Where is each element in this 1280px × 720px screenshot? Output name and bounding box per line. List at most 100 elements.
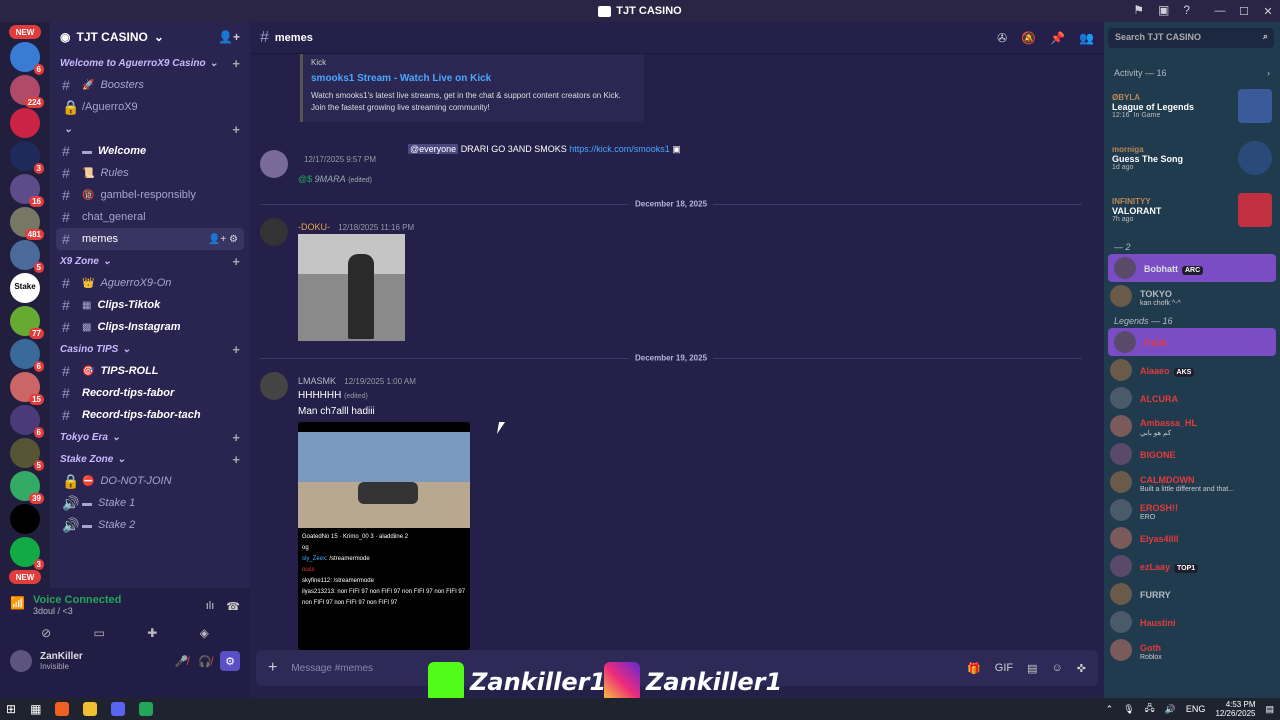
avatar[interactable] — [10, 650, 32, 672]
discord-taskbar-icon[interactable] — [111, 702, 126, 716]
deafen-icon[interactable]: 🎧̸ — [198, 655, 212, 668]
folder-icon[interactable] — [83, 702, 98, 716]
minimize-button[interactable]: — — [1208, 0, 1232, 22]
server-icon[interactable] — [10, 108, 40, 138]
server-icon[interactable]: 224 — [10, 75, 44, 108]
video-icon[interactable]: ⊘ — [41, 626, 51, 640]
search-input[interactable]: Search TJT CASINO ⌕ — [1108, 28, 1274, 48]
screen-share-icon[interactable]: ▭ — [94, 626, 105, 640]
server-icon[interactable]: 16 — [10, 174, 44, 207]
gif-icon[interactable]: GIF — [995, 662, 1013, 675]
server-icon[interactable]: 15 — [10, 372, 44, 405]
channel-item[interactable]: # 📜 Rules — [56, 162, 244, 184]
maximize-button[interactable]: ☐ — [1232, 0, 1256, 22]
channel-item[interactable]: # ▦ Clips-Tiktok — [56, 294, 244, 316]
message-author[interactable]: -DOKU- — [298, 222, 330, 232]
activity-card[interactable]: INFINITYY VALORANT 7h ago — [1104, 184, 1280, 236]
noise-icon[interactable]: ılı — [206, 600, 215, 613]
channel-item[interactable]: # 👑 AguerroX9-On — [56, 272, 244, 294]
channel-item[interactable]: 🔒 ⛔ DO-NOT-JOIN — [56, 470, 244, 492]
channel-item[interactable]: # Record-tips-fabor — [56, 382, 244, 404]
channel-item[interactable]: # 🔞 gambel-responsibly — [56, 184, 244, 206]
server-icon[interactable]: 39 — [10, 471, 44, 504]
channel-category[interactable]: Casino TIPS ⌄ + — [50, 338, 250, 360]
member-item[interactable]: EROSH!! ERO — [1104, 496, 1280, 524]
screen-icon[interactable]: ▣ — [1158, 3, 1169, 17]
member-item[interactable]: BIGONE — [1104, 440, 1280, 468]
channel-category[interactable]: Stake Zone ⌄ + — [50, 448, 250, 470]
member-item[interactable]: Goth Roblox — [1104, 636, 1280, 664]
message-input[interactable]: Message #memes — [291, 663, 373, 674]
notification-icon[interactable]: 🔕 — [1021, 31, 1036, 45]
channel-item[interactable]: # Record-tips-fabor-tach — [56, 404, 244, 426]
member-item[interactable]: Alaaeo AKS — [1104, 356, 1280, 384]
search-taskbar-icon[interactable]: ▦ — [30, 702, 41, 716]
message-link[interactable]: https://kick.com/smooks1 — [569, 144, 670, 154]
meme-image[interactable] — [298, 234, 405, 341]
screenshot-image[interactable]: GoatedNo 15 · Krimo_00 3 · aladdiine 2 og… — [298, 422, 470, 650]
add-attachment-icon[interactable]: + — [268, 659, 277, 677]
inbox-icon[interactable]: ⚑ — [1133, 3, 1144, 17]
close-button[interactable]: ✕ — [1256, 0, 1280, 22]
avatar[interactable] — [260, 150, 288, 178]
pin-icon[interactable]: 📌 — [1050, 31, 1065, 45]
server-icon[interactable]: 6 — [10, 42, 44, 75]
emoji-icon[interactable]: ☺ — [1052, 662, 1063, 675]
chevron-up-icon[interactable]: ⌃ — [1106, 704, 1114, 715]
channel-item[interactable]: # chat_general — [56, 206, 244, 228]
apps-icon[interactable]: ✜ — [1077, 662, 1086, 675]
channel-item[interactable]: 🔊 ▬ Stake 1 — [56, 492, 244, 514]
app-icon[interactable] — [139, 702, 154, 716]
server-icon[interactable]: NEW — [9, 25, 41, 39]
sticker-icon[interactable]: ▤ — [1027, 662, 1037, 675]
avatar[interactable] — [260, 372, 288, 400]
channel-category[interactable]: Welcome to AguerroX9 Casino ⌄ + — [50, 52, 250, 74]
member-item[interactable]: l7allil — [1108, 328, 1276, 356]
threads-icon[interactable]: ✇ — [997, 31, 1007, 45]
server-icon[interactable]: 77 — [10, 306, 44, 339]
chevron-right-icon[interactable]: › — [1267, 68, 1270, 78]
channel-item[interactable]: 🔊 ▬ Stake 2 — [56, 514, 244, 536]
member-item[interactable]: ezLaay TOP1 — [1104, 552, 1280, 580]
activity-card[interactable]: morniga Guess The Song 1d ago — [1104, 132, 1280, 184]
voice-channel[interactable]: 3doul / <3 — [33, 606, 121, 616]
mute-icon[interactable]: 🎤̸ — [175, 655, 189, 668]
member-item[interactable]: TOKYO kan chofk ^-^ — [1104, 282, 1280, 310]
add-channel-icon[interactable]: + — [232, 452, 240, 467]
server-icon[interactable] — [10, 504, 40, 534]
soundboard-icon[interactable]: ◈ — [200, 626, 209, 640]
server-icon[interactable]: 6 — [10, 339, 44, 372]
avatar[interactable] — [260, 218, 288, 246]
channel-category[interactable]: ⌄ + — [50, 118, 250, 140]
lang-label[interactable]: ENG — [1186, 704, 1206, 714]
server-icon[interactable]: 6 — [10, 405, 44, 438]
member-item[interactable]: ALCURA — [1104, 384, 1280, 412]
notification-center-icon[interactable]: ▤ — [1265, 704, 1274, 715]
gear-icon[interactable]: ⚙ — [220, 651, 240, 671]
server-icon[interactable]: 5 — [10, 438, 44, 471]
add-channel-icon[interactable]: + — [232, 342, 240, 357]
mic-icon[interactable]: 🎙 — [1123, 704, 1134, 715]
member-item[interactable]: Ambassa_HL كم هو بابي — [1104, 412, 1280, 440]
server-icon[interactable]: NEW — [9, 570, 41, 584]
volume-icon[interactable]: 🔊 — [1165, 704, 1176, 715]
channel-item[interactable]: # memes 👤+ ⚙ — [56, 228, 244, 250]
add-channel-icon[interactable]: + — [232, 254, 240, 269]
channel-item[interactable]: # ▩ Clips-Instagram — [56, 316, 244, 338]
channel-item[interactable]: # ▬ Welcome — [56, 140, 244, 162]
server-header[interactable]: ◉ TJT CASINO ⌄ 👤+ — [50, 22, 250, 52]
member-item[interactable]: Elyas4llll — [1104, 524, 1280, 552]
channel-category[interactable]: Tokyo Era ⌄ + — [50, 426, 250, 448]
member-item[interactable]: FURRY — [1104, 580, 1280, 608]
server-icon[interactable]: Stake — [10, 273, 40, 303]
member-item[interactable]: CALMDOWN Built a little different and tha… — [1104, 468, 1280, 496]
network-icon[interactable]: 🖧 — [1145, 701, 1155, 717]
channel-category[interactable]: X9 Zone ⌄ + — [50, 250, 250, 272]
channel-item[interactable]: 🔒/AguerroX9 — [56, 96, 244, 118]
activity-card[interactable]: ØBYLA League of Legends 12:16 In Game — [1104, 80, 1280, 132]
server-icon[interactable]: 5 — [10, 240, 44, 273]
mention[interactable]: @everyone — [408, 144, 459, 154]
activity-header[interactable]: Activity — 16 › — [1104, 66, 1280, 80]
embed-title[interactable]: smooks1 Stream - Watch Live on Kick — [311, 73, 636, 84]
windows-start-icon[interactable]: ⊞ — [6, 702, 16, 716]
